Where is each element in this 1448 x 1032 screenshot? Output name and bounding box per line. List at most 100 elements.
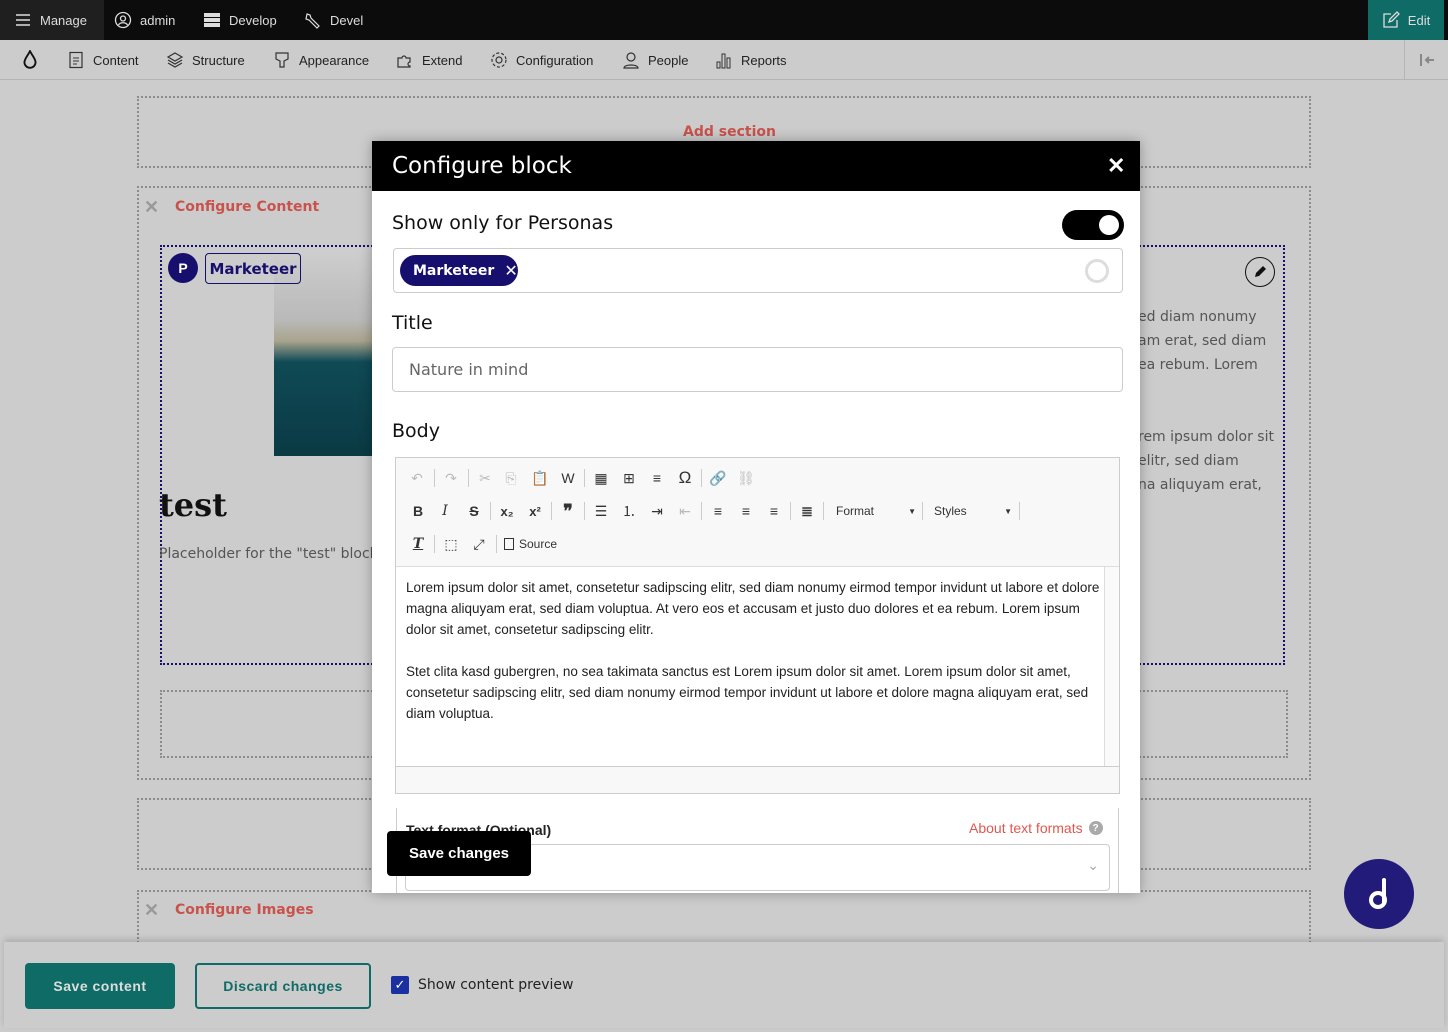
admin-label: admin [140, 12, 176, 28]
body-paragraph: Stet clita kasd gubergren, no sea takima… [406, 664, 1089, 721]
styles-dropdown[interactable]: Styles ▼ [934, 504, 1012, 518]
blockquote-icon[interactable]: ❞ [557, 500, 579, 522]
add-section-link[interactable]: Add section [683, 124, 776, 140]
configure-content-link[interactable]: Configure Content [175, 199, 319, 215]
home-drop-icon[interactable] [20, 40, 40, 80]
body-preview-2: rem ipsum dolor sit elitr, sed diam na a… [1138, 425, 1274, 497]
format-dropdown[interactable]: Format ▼ [836, 504, 916, 518]
manage-button[interactable]: Manage [0, 0, 104, 40]
dialog-header: Configure block [372, 141, 1140, 191]
justify-icon[interactable]: ≣ [796, 500, 818, 522]
subscript-icon[interactable]: x₂ [496, 500, 518, 522]
menu-content[interactable]: Content [67, 40, 139, 80]
source-icon [504, 538, 514, 550]
media-icon[interactable]: ▦ [590, 467, 612, 489]
unlink-icon[interactable]: ⛓ [735, 467, 757, 489]
save-content-button[interactable]: Save content [25, 963, 175, 1009]
menu-label: Extend [422, 52, 463, 68]
puzzle-icon [397, 55, 411, 68]
remove-section-icon[interactable]: ✕ [144, 197, 159, 218]
menu-reports[interactable]: Reports [715, 40, 787, 80]
show-preview-checkbox[interactable]: ✓ [391, 976, 409, 994]
remove-images-icon[interactable]: ✕ [144, 900, 159, 921]
text-line: am erat, sed diam [1138, 333, 1267, 349]
server-icon [204, 13, 220, 27]
outdent-icon[interactable]: ⇤ [674, 500, 696, 522]
paint-icon [275, 52, 289, 68]
devel-button[interactable]: Devel [304, 0, 363, 40]
personas-label: Show only for Personas [392, 212, 614, 234]
edit-label: Edit [1407, 12, 1431, 28]
personas-toggle[interactable] [1062, 210, 1124, 240]
admin-button[interactable]: admin [114, 0, 175, 40]
numbered-list-icon[interactable]: ⒈ [618, 500, 640, 522]
chip-label: Marketeer [413, 262, 495, 279]
remove-format-icon[interactable]: T [407, 533, 429, 555]
strikethrough-icon[interactable]: S [463, 500, 485, 522]
bulleted-list-icon[interactable]: ☰ [590, 500, 612, 522]
editor-scrollbar[interactable] [1104, 567, 1119, 766]
show-blocks-icon[interactable]: ⬚ [440, 533, 462, 555]
menu-extend[interactable]: Extend [396, 40, 462, 80]
menu-people[interactable]: People [622, 40, 688, 80]
bold-icon[interactable]: B [407, 500, 429, 522]
menu-configuration[interactable]: Configuration [490, 40, 593, 80]
editor-content[interactable]: Lorem ipsum dolor sit amet, consetetur s… [396, 566, 1119, 767]
source-label: Source [519, 537, 558, 551]
title-input[interactable]: Nature in mind [392, 347, 1123, 392]
link-icon[interactable]: 🔗 [707, 467, 729, 489]
italic-icon[interactable]: I [434, 500, 456, 522]
align-right-icon[interactable]: ≡ [763, 500, 785, 522]
top-toolbar: Manage admin Develop Devel Edit [0, 0, 1448, 40]
about-text-formats-link[interactable]: About text formats? [969, 820, 1103, 836]
undo-icon[interactable]: ↶ [406, 467, 428, 489]
paste-icon[interactable]: 📋 [529, 467, 551, 489]
dropdown-arrow-icon: ▼ [1004, 507, 1012, 516]
maximize-icon[interactable]: ⤢ [468, 533, 490, 555]
collapse-toolbar-button[interactable] [1404, 40, 1448, 80]
loading-spinner-icon [1085, 259, 1109, 283]
styles-label: Styles [934, 504, 967, 518]
configure-images-link[interactable]: Configure Images [175, 902, 314, 918]
superscript-icon[interactable]: x² [524, 500, 546, 522]
menu-structure[interactable]: Structure [166, 40, 245, 80]
drupal-d-icon [1369, 878, 1387, 909]
persona-tag: Marketeer [205, 253, 301, 284]
document-icon [69, 51, 83, 69]
menu-label: Content [93, 52, 139, 68]
menu-appearance[interactable]: Appearance [273, 40, 369, 80]
remove-chip-icon[interactable]: ✕ [504, 261, 517, 280]
copy-icon[interactable]: ⎘ [500, 467, 522, 489]
devel-label: Devel [330, 12, 364, 28]
drupal-assistant-button[interactable] [1344, 859, 1414, 929]
menu-label: Structure [192, 52, 245, 68]
discard-changes-button[interactable]: Discard changes [195, 963, 371, 1009]
redo-icon[interactable]: ↷ [440, 467, 462, 489]
body-preview-1: ed diam nonumy am erat, sed diam ea rebu… [1138, 305, 1266, 377]
pencil-edit-button[interactable] [1245, 257, 1275, 287]
dropdown-arrow-icon: ▼ [908, 507, 916, 516]
align-center-icon[interactable]: ≡ [735, 500, 757, 522]
paste-word-icon[interactable]: W [557, 467, 579, 489]
develop-button[interactable]: Develop [203, 0, 277, 40]
source-button[interactable]: Source [504, 537, 557, 551]
cut-icon[interactable]: ✂ [474, 467, 496, 489]
horizontal-line-icon[interactable]: ≡ [646, 467, 668, 489]
format-label: Format [836, 504, 875, 518]
dialog-title: Configure block [392, 153, 572, 179]
edit-button[interactable]: Edit [1368, 0, 1444, 40]
text-line: elitr, sed diam [1138, 453, 1239, 469]
pencil-icon [1255, 266, 1266, 277]
table-icon[interactable]: ⊞ [618, 467, 640, 489]
align-left-icon[interactable]: ≡ [707, 500, 729, 522]
title-label: Title [392, 312, 433, 334]
develop-label: Develop [229, 12, 277, 28]
block-placeholder: Placeholder for the "test" block [159, 546, 378, 562]
text-line: ea rebum. Lorem [1138, 357, 1258, 373]
indent-icon[interactable]: ⇥ [646, 500, 668, 522]
special-char-icon[interactable]: Ω [674, 467, 696, 489]
save-changes-button[interactable]: Save changes [387, 831, 531, 876]
body-paragraph: Lorem ipsum dolor sit amet, consetetur s… [406, 580, 1100, 637]
close-icon[interactable]: ✕ [1107, 153, 1125, 179]
text-line: ed diam nonumy [1138, 309, 1257, 325]
